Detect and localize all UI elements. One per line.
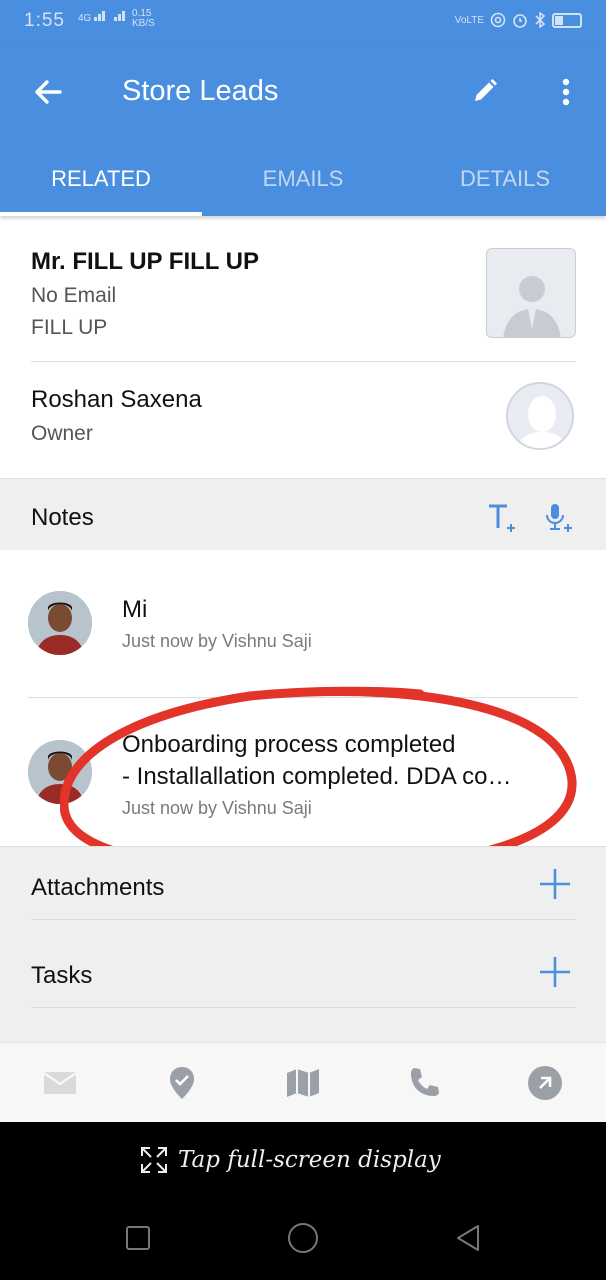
note-meta: Just now by Vishnu Saji [122, 631, 312, 651]
bottom-action-bar [0, 1042, 606, 1122]
page-title: Store Leads [122, 75, 279, 107]
tab-related[interactable]: RELATED [0, 156, 202, 216]
note-title[interactable]: Onboarding process completed [122, 731, 567, 759]
network-speed: 0.15 KB/S [132, 8, 155, 29]
attachments-label: Attachments [31, 874, 165, 901]
at-icon [490, 12, 506, 28]
note-title-line2[interactable]: - Installallation completed. DDA co… [122, 763, 567, 791]
note-title[interactable]: Mi [122, 596, 562, 624]
map-icon[interactable] [285, 1065, 321, 1101]
tasks-label: Tasks [31, 962, 93, 989]
divider [28, 697, 578, 698]
back-button-icon[interactable] [452, 1222, 484, 1254]
tab-bar: RELATED EMAILS DETAILS [0, 156, 606, 216]
divider [31, 361, 576, 362]
contact-info[interactable]: Mr. FILL UP FILL UP No Email FILL UP [31, 248, 471, 340]
mail-icon[interactable] [42, 1065, 78, 1101]
network-indicator: 4G [78, 9, 134, 24]
person-silhouette-icon [517, 396, 567, 448]
author-photo-icon [28, 591, 92, 655]
fullscreen-text: Tap full-screen display [178, 1147, 441, 1173]
note-author-avatar [28, 740, 92, 804]
fullscreen-prompt[interactable]: Tap full-screen display [140, 1146, 441, 1174]
expand-icon [141, 1147, 167, 1173]
battery-icon [552, 12, 582, 28]
status-time: 1:55 [24, 10, 65, 31]
signal-icon [94, 11, 126, 21]
owner-info[interactable]: Roshan Saxena Owner [31, 386, 471, 446]
note-meta: Just now by Vishnu Saji [122, 798, 312, 818]
owner-role: Owner [31, 422, 93, 445]
network-type: 4G [78, 13, 92, 24]
notes-label: Notes [31, 504, 94, 531]
owner-avatar [506, 382, 574, 450]
app-bar: Store Leads RELATED EMAILS DETAILS [0, 44, 606, 216]
contact-name: Mr. FILL UP FILL UP [31, 248, 260, 275]
person-placeholder-icon [503, 276, 561, 337]
add-task-icon[interactable] [538, 955, 572, 989]
tab-indicator [0, 212, 202, 216]
contact-company: FILL UP [31, 316, 108, 339]
status-icons: VoLTE [455, 12, 582, 28]
author-photo-icon [28, 740, 92, 804]
home-button-icon[interactable] [287, 1222, 319, 1254]
divider [31, 1007, 576, 1008]
more-vert-icon[interactable] [552, 76, 580, 108]
owner-name: Roshan Saxena [31, 386, 202, 413]
pencil-icon[interactable] [470, 76, 500, 106]
contact-photo[interactable] [486, 248, 576, 338]
back-arrow-icon[interactable] [30, 74, 66, 110]
tab-details[interactable]: DETAILS [404, 156, 606, 216]
checkin-icon[interactable] [164, 1065, 200, 1101]
recents-button-icon[interactable] [122, 1222, 154, 1254]
tab-emails[interactable]: EMAILS [202, 156, 404, 216]
open-external-icon[interactable] [527, 1065, 563, 1101]
volte-label: VoLTE [454, 14, 484, 26]
note-author-avatar [28, 591, 92, 655]
add-text-note-icon[interactable] [486, 502, 518, 534]
bluetooth-icon [535, 12, 546, 28]
status-bar: 1:55 4G 0.15 KB/S VoLTE [0, 0, 606, 44]
divider [31, 919, 576, 920]
alarm-icon [513, 14, 527, 28]
add-attachment-icon[interactable] [538, 867, 572, 901]
contact-email: No Email [31, 284, 117, 307]
add-voice-note-icon[interactable] [542, 502, 574, 534]
phone-icon[interactable] [406, 1065, 442, 1101]
